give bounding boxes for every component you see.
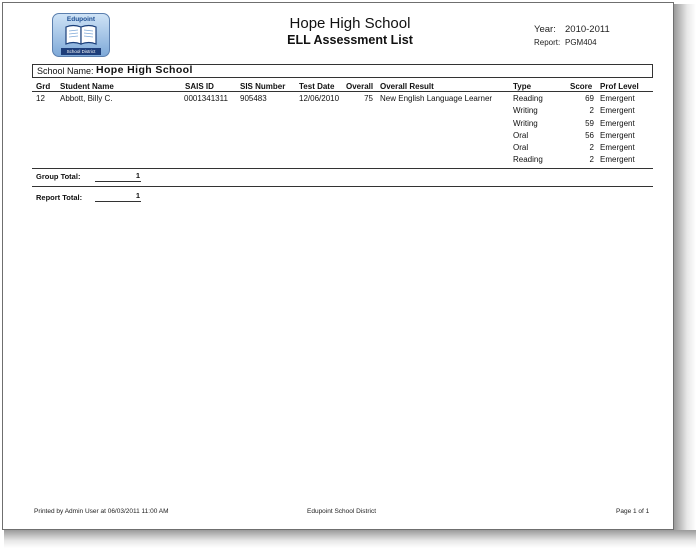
report-code: PGM404 (565, 38, 597, 47)
col-sais-id: SAIS ID (185, 82, 214, 91)
record-test-date: 12/06/2010 (299, 94, 340, 103)
assessment-score: 59 (585, 119, 594, 128)
assessment-prof-level: Emergent (600, 131, 635, 140)
col-overall-result: Overall Result (380, 82, 434, 91)
assessment-score: 2 (589, 155, 594, 164)
assessment-type: Reading (513, 155, 543, 164)
assessment-type: Writing (513, 119, 538, 128)
group-divider (32, 186, 653, 187)
record-student-name: Abbott, Billy C. (60, 94, 113, 103)
school-name-label: School Name: (37, 66, 94, 76)
col-prof-level: Prof Level (600, 82, 639, 91)
assessment-type: Writing (513, 106, 538, 115)
year-value: 2010-2011 (565, 24, 610, 35)
group-total-value: 1 (135, 171, 140, 180)
col-type: Type (513, 82, 532, 91)
record-grd: 12 (36, 94, 45, 103)
col-overall: Overall (346, 82, 374, 91)
assessment-prof-level: Emergent (600, 106, 635, 115)
report-label: Report: (534, 38, 561, 47)
assessment-prof-level: Emergent (600, 94, 635, 103)
page-shadow-right (674, 4, 696, 546)
col-test-date: Test Date (299, 82, 335, 91)
col-grd: Grd (36, 82, 51, 91)
assessment-prof-level: Emergent (600, 143, 635, 152)
assessment-type: Reading (513, 94, 543, 103)
record-overall: 75 (364, 94, 373, 103)
assessment-type: Oral (513, 143, 529, 152)
assessment-score: 2 (589, 143, 594, 152)
assessment-prof-level: Emergent (600, 119, 635, 128)
logo-subtext: School District (61, 48, 101, 55)
record-sis-number: 905483 (240, 94, 267, 103)
report-total-label: Report Total: (36, 193, 83, 202)
printed-by: Printed by Admin User at 06/03/2011 11:0… (34, 508, 169, 515)
report-total-value: 1 (135, 191, 140, 200)
header-divider (32, 91, 653, 92)
col-sis-number: SIS Number (240, 82, 286, 91)
year-label: Year: (534, 24, 556, 35)
col-student-name: Student Name (60, 82, 114, 91)
report-total-underline (95, 201, 141, 202)
assessment-score: 69 (585, 94, 594, 103)
school-name-value: Hope High School (96, 64, 193, 76)
assessment-score: 56 (585, 131, 594, 140)
record-sais-id: 0001341311 (184, 94, 228, 103)
assessment-prof-level: Emergent (600, 155, 635, 164)
page-shadow-bottom (4, 530, 696, 548)
school-name-box: School Name: Hope High School (32, 64, 653, 78)
record-overall-result: New English Language Learner (380, 94, 493, 103)
assessment-score: 2 (589, 106, 594, 115)
footer-district: Edupoint School District (307, 508, 377, 515)
record-divider (32, 168, 653, 169)
page-number: Page 1 of 1 (616, 508, 650, 515)
assessment-type: Oral (513, 131, 529, 140)
col-score: Score (570, 82, 593, 91)
group-total-label: Group Total: (36, 172, 81, 181)
group-total-underline (95, 181, 141, 182)
